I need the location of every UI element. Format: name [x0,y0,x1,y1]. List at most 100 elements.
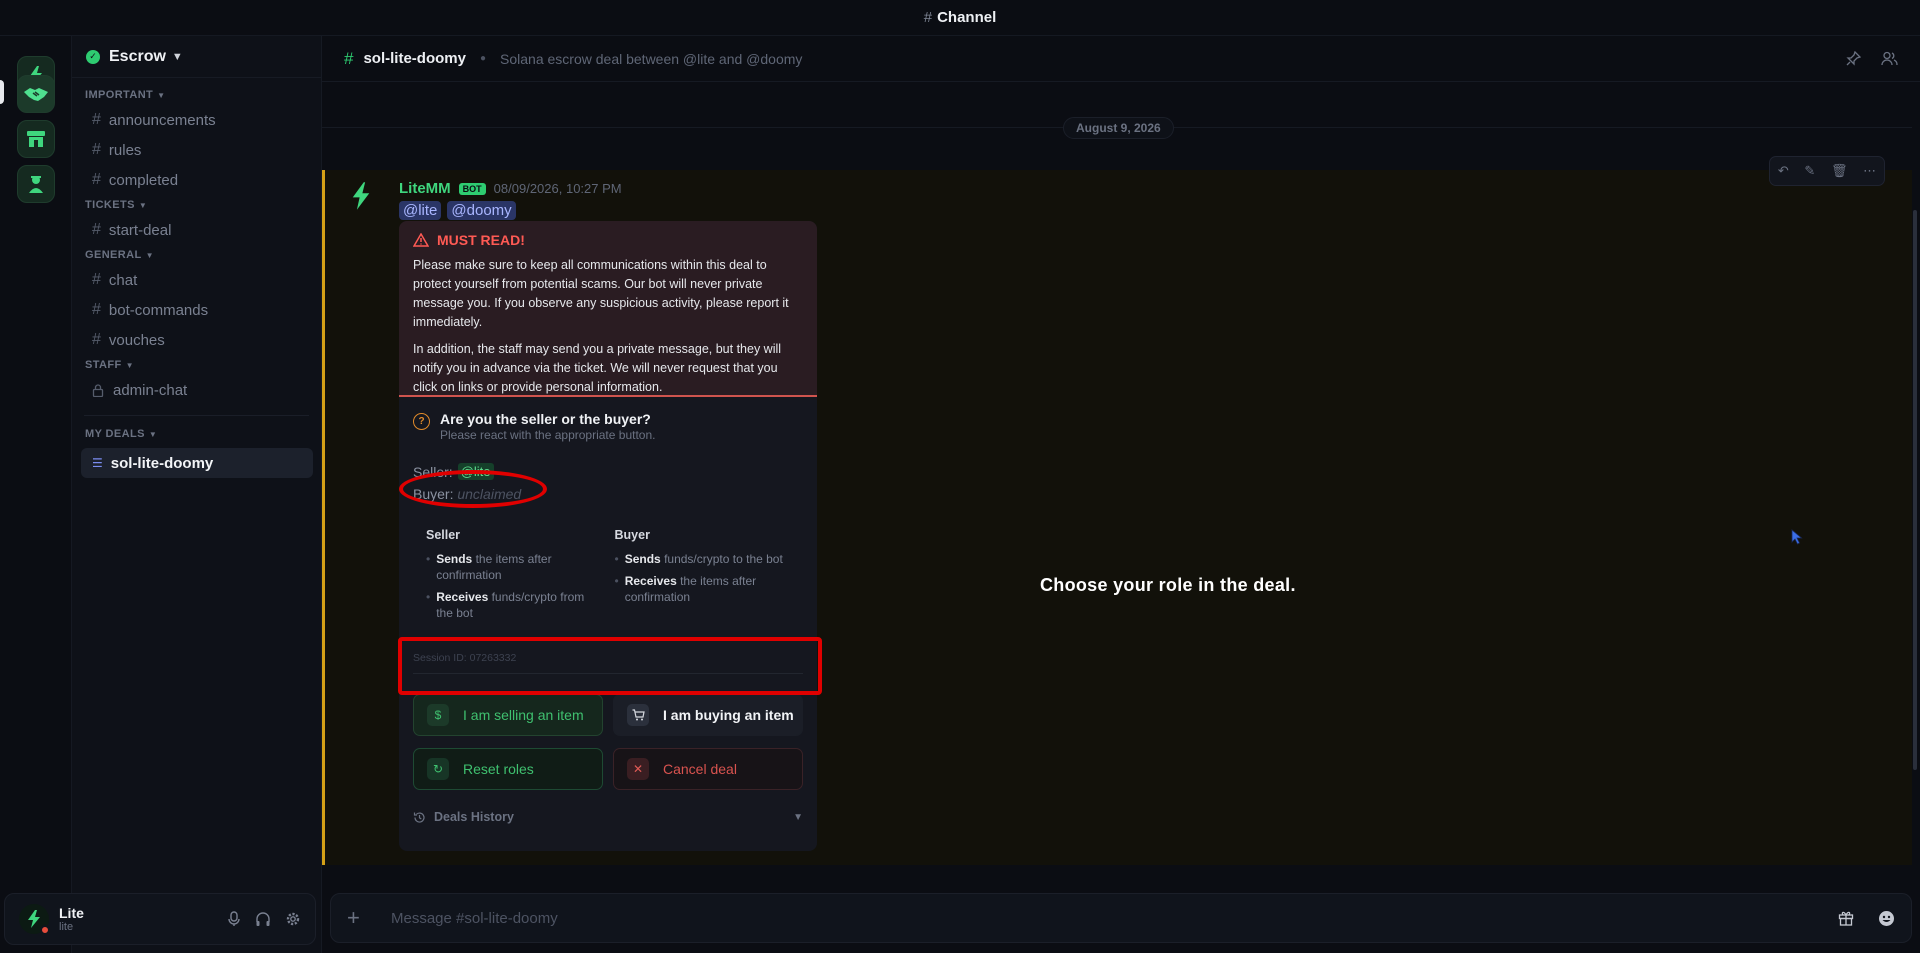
annotation-caption: Choose your role in the deal. [1040,575,1296,595]
reset-roles-button[interactable]: ↻ Reset roles [413,748,603,790]
warning-panel: MUST READ! Please make sure to keep all … [399,221,817,397]
chevron-down-icon: ▼ [793,811,803,823]
channel-sidebar: ✓ Escrow ▼ IMPORTANT ▼ # announcements # ru… [72,36,322,953]
list-item: • Receives funds/crypto from the bot [426,590,585,620]
channel-admin-chat[interactable]: admin-chat [72,375,321,405]
window-titlebar: # Channel [0,0,1920,36]
list-item: • Sends funds/crypto to the bot [614,552,783,566]
message-timestamp: 08/09/2026, 10:27 PM [493,181,622,196]
category-my-deals[interactable]: MY DEALS ▼ [72,424,321,444]
mouse-cursor-icon [1791,529,1803,545]
mention-doomy[interactable]: @doomy [447,201,516,220]
seller-column: Seller • Sends the items after confirmati… [426,528,615,627]
user-display-name: Lite [59,905,84,921]
deal-embed: MUST READ! Please make sure to keep all … [399,221,817,851]
channel-vouches[interactable]: # vouches [72,325,321,355]
channel-chat[interactable]: # chat [72,265,321,295]
reset-icon: ↻ [427,758,449,780]
warning-paragraph-1: Please make sure to keep all communicati… [413,258,789,329]
gift-icon[interactable] [1838,910,1854,926]
message-author[interactable]: LiteMM [399,180,451,197]
history-icon [413,811,425,823]
active-server-indicator [0,80,4,104]
channel-start-deal[interactable]: # start-deal [72,215,321,245]
chevron-down-icon: ▼ [145,250,154,260]
hash-icon: # [92,171,101,188]
warning-paragraph-2: In addition, the staff may send you a pr… [413,342,782,394]
role-question: Are you the seller or the buyer? [440,411,651,427]
buyer-column: Buyer • Sends funds/crypto to the bot • Re… [615,528,804,627]
category-tickets[interactable]: TICKETS ▼ [72,195,321,215]
chevron-down-icon: ▼ [148,429,158,439]
role-descriptions: Seller • Sends the items after confirmati… [413,528,803,627]
cart-icon [627,704,649,726]
verified-badge-icon: ✓ [86,49,100,64]
role-question-sub: Please react with the appropriate button… [440,428,656,442]
channel-announcements[interactable]: # announcements [72,105,321,135]
category-important[interactable]: IMPORTANT ▼ [72,85,321,105]
channel-header: # sol-lite-doomy ● Solana escrow deal be… [322,36,1920,82]
trash-icon[interactable]: 🗑 [1831,163,1848,179]
category-staff[interactable]: STAFF ▼ [72,355,321,375]
channel-sol-lite-doomy[interactable]: ☰ sol-lite-doomy [81,448,313,478]
channel-rules[interactable]: # rules [72,135,321,165]
warning-triangle-icon [413,233,429,247]
shop-icon [27,131,45,147]
deal-list-icon: ☰ [92,456,103,470]
avatar[interactable] [19,904,50,935]
status-dnd-icon [40,925,50,935]
pin-icon[interactable] [1846,51,1861,66]
headphones-icon[interactable] [255,911,271,927]
cancel-deal-button[interactable]: ✕ Cancel deal [613,748,803,790]
server-agent-button[interactable] [17,165,55,203]
chevron-down-icon: ▼ [138,200,148,210]
gear-icon[interactable] [285,911,301,927]
warning-title: MUST READ! [437,232,525,248]
scrollbar-thumb[interactable] [1913,210,1917,770]
hash-icon: # [92,221,101,238]
channel-name: sol-lite-doomy [363,50,466,67]
chevron-down-icon: ▼ [171,50,183,63]
date-separator: August 9, 2026 [1063,117,1174,139]
highlight-buttons-rect [398,637,822,695]
server-escrow-button[interactable] [17,75,55,113]
list-item: • Sends the items after confirmation [426,552,552,582]
hash-icon: # [92,331,101,348]
server-name: Escrow [109,47,166,65]
edit-icon[interactable]: ✎ [1804,163,1815,179]
mention-lite[interactable]: @lite [399,201,442,220]
more-icon[interactable]: ⋯ [1863,163,1876,179]
lightning-icon [352,182,370,210]
message-list: August 9, 2026 ↶ ✎ 🗑 ⋯ LiteMM BOT 08/09/… [322,82,1920,865]
reply-icon[interactable]: ↶ [1778,163,1789,179]
message-actions: ↶ ✎ 🗑 ⋯ [1769,156,1885,186]
highlight-seller-oval [399,470,547,508]
user-panel: Lite lite [4,893,316,945]
handshake-icon [24,88,48,101]
bot-avatar[interactable] [350,182,372,215]
message-composer: + [330,893,1912,943]
category-general[interactable]: GENERAL ▼ [72,245,321,265]
role-section: ? Are you the seller or the buyer? Pleas… [399,397,817,674]
buying-button[interactable]: I am buying an item [613,694,803,736]
server-header[interactable]: ✓ Escrow ▼ [72,36,321,78]
message-input[interactable] [391,909,1838,927]
hash-icon: # [92,111,101,128]
scrollbar[interactable] [1912,82,1918,865]
members-icon[interactable] [1881,51,1898,66]
channel-topic: Solana escrow deal between @lite and @do… [500,50,803,67]
hash-icon: # [923,9,933,26]
deals-history-toggle[interactable]: Deals History ▼ [399,810,817,824]
separator-dot: ● [479,53,487,64]
agent-icon [29,176,43,193]
user-username: lite [59,921,74,933]
emoji-icon[interactable] [1878,910,1895,927]
microphone-icon[interactable] [227,911,241,927]
list-item: • Receives the items after confirmation [614,574,757,604]
plus-icon[interactable]: + [347,905,371,931]
hash-icon: # [92,271,101,288]
server-shop-button[interactable] [17,120,55,158]
channel-completed[interactable]: # completed [72,165,321,195]
selling-button[interactable]: $ I am selling an item [413,694,603,736]
channel-bot-commands[interactable]: # bot-commands [72,295,321,325]
